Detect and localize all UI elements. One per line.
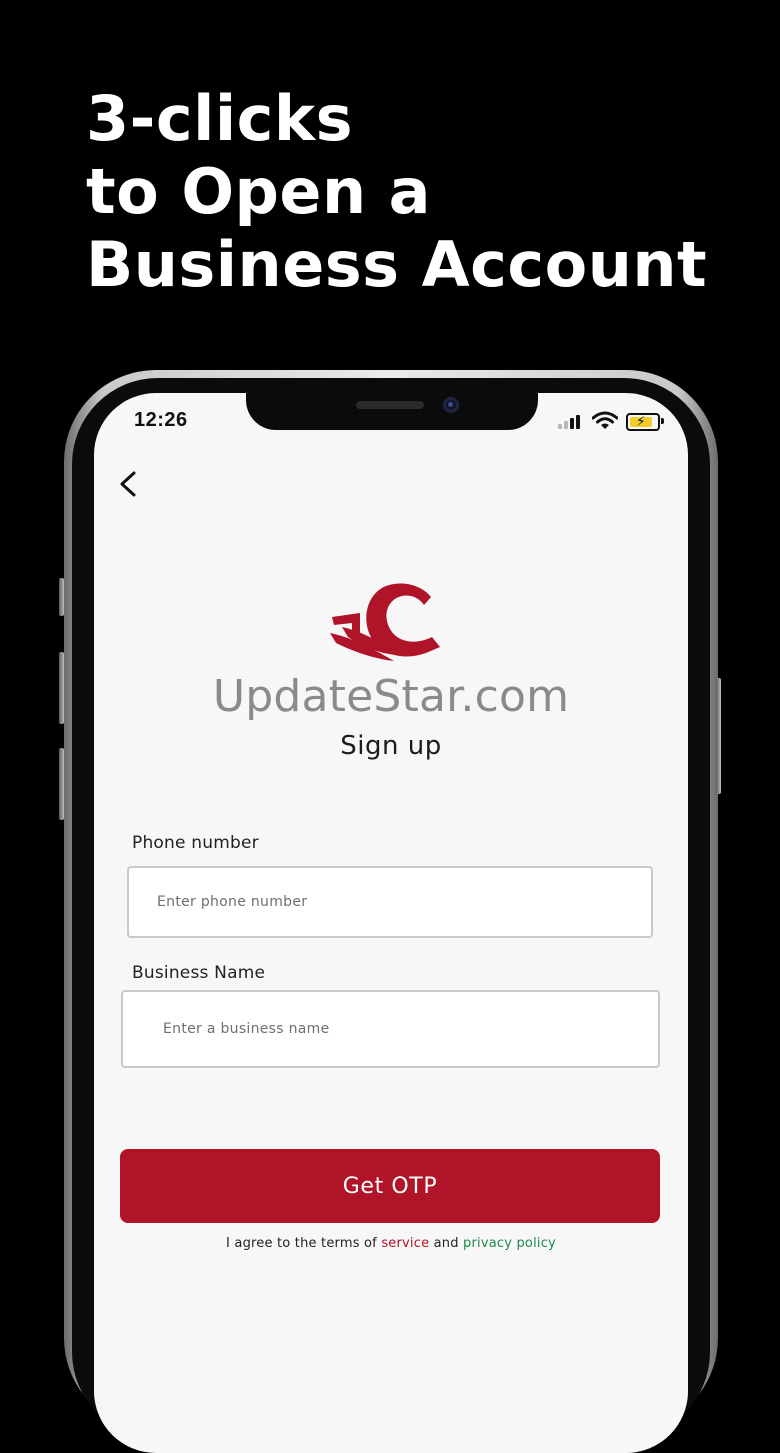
business-name-input[interactable] (121, 990, 660, 1068)
headline-line-2: to Open a (86, 155, 432, 228)
terms-prefix: I agree to the terms of (226, 1236, 377, 1251)
charging-bolt-icon: ⚡ (636, 414, 646, 430)
phone-screen: 12:26 ⚡ UpdateStar.com Sign up Phone num… (94, 393, 688, 1453)
front-camera-icon (443, 397, 459, 413)
page-title: Sign up (340, 731, 442, 761)
terms-and: and (433, 1236, 459, 1251)
phone-number-label: Phone number (132, 833, 259, 853)
terms-of-service-link[interactable]: service (381, 1236, 429, 1251)
earpiece-speaker (356, 401, 424, 409)
status-time: 12:26 (134, 409, 188, 431)
wifi-icon (592, 411, 618, 429)
get-otp-button[interactable]: Get OTP (120, 1149, 660, 1223)
headline-line-1: 3-clicks (86, 82, 354, 155)
terms-text: I agree to the terms of service and priv… (94, 1236, 688, 1251)
battery-cap (661, 418, 664, 424)
phone-side-button (59, 578, 64, 616)
brand-name: UpdateStar.com (212, 671, 570, 722)
signal-icon (558, 413, 586, 429)
phone-number-input[interactable] (127, 866, 653, 938)
status-icons: ⚡ (558, 411, 668, 433)
promo-headline: 3-clicks to Open a Business Account (86, 82, 707, 301)
phone-notch (246, 393, 538, 430)
phone-power-button (716, 678, 721, 794)
company-logo (330, 583, 440, 661)
headline-line-3: Business Account (86, 228, 708, 301)
phone-volume-down-button (59, 748, 64, 820)
business-name-label: Business Name (132, 963, 266, 983)
privacy-policy-link[interactable]: privacy policy (463, 1236, 556, 1251)
phone-volume-up-button (59, 652, 64, 724)
back-arrow-icon[interactable] (116, 470, 140, 498)
